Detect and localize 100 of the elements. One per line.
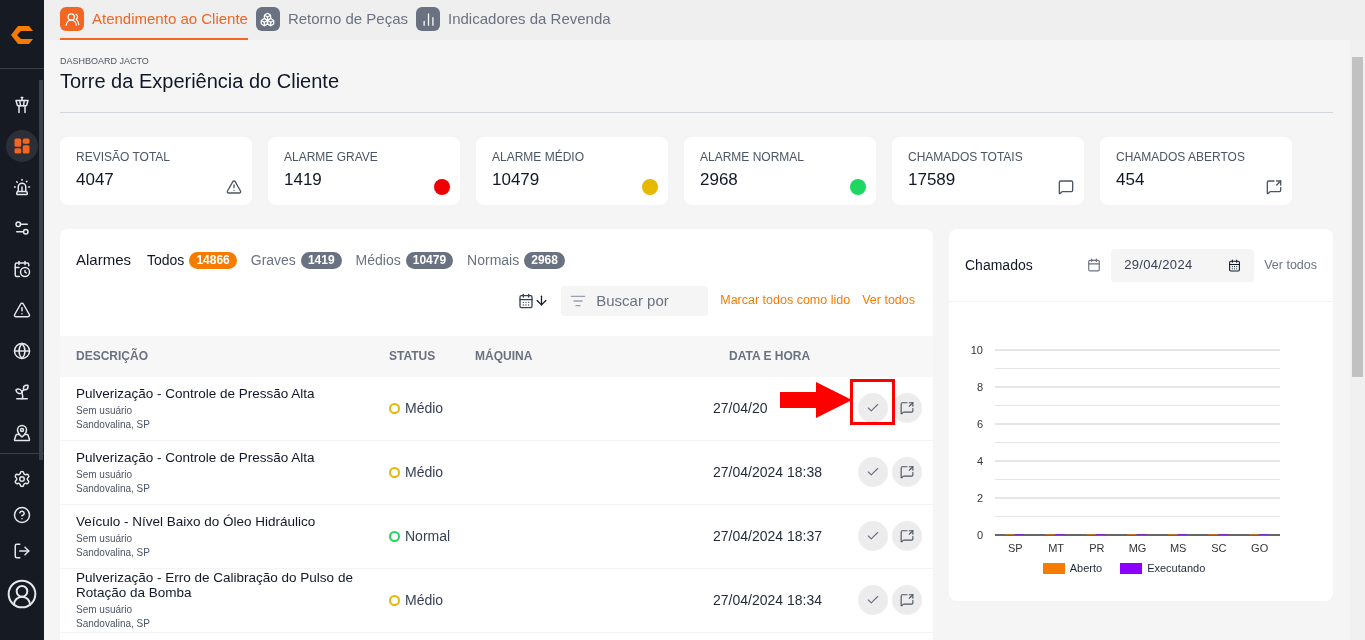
search-field[interactable]: Buscar por	[561, 285, 709, 316]
calendar-icon	[13, 260, 31, 278]
forward-button[interactable]	[892, 585, 922, 615]
annotation-arrow	[780, 382, 852, 418]
action-link[interactable]: Marcar todos como lido	[720, 291, 851, 310]
highlight-frame	[850, 379, 895, 425]
status-label: Normal	[405, 526, 451, 546]
top-tab[interactable]: Retorno de Peças	[255, 0, 408, 40]
axis-category-label: SP	[1008, 542, 1023, 554]
action-link[interactable]: Ver todos	[862, 291, 915, 310]
status-label: Médio	[405, 398, 444, 418]
alarm-datetime: 27/04/2024 18:38	[713, 464, 822, 480]
logout-icon	[13, 542, 31, 560]
view-all-link[interactable]: Ver todos	[1264, 255, 1317, 275]
alarm-description: Pulverização - Controle de Pressão Alta	[76, 449, 316, 465]
filter-tab[interactable]: Todos 14866	[147, 249, 237, 271]
count-badge: 2968	[524, 251, 565, 269]
chat-forward-icon	[900, 593, 914, 607]
date-field[interactable]: 29/04/2024	[1111, 248, 1255, 282]
map-pin-icon	[13, 424, 31, 442]
top-tab[interactable]: Indicadores da Revenda	[416, 0, 611, 40]
forward-button[interactable]	[892, 457, 922, 487]
dashboard-icon	[13, 137, 31, 155]
status-label: Médio	[405, 590, 444, 610]
plant-icon	[13, 383, 31, 401]
globe-icon	[13, 342, 31, 360]
chat-forward-icon	[900, 401, 914, 415]
alarm-location: Sandovalina, SP	[76, 545, 151, 559]
calendar-icon	[1087, 258, 1102, 272]
status-label: Médio	[405, 462, 444, 482]
column-header: DATA E HORA	[729, 348, 812, 365]
alarm-datetime: 27/04/20	[713, 400, 768, 416]
tower-icon	[13, 96, 31, 114]
axis-tick-label: 6	[976, 418, 983, 430]
chat-forward-icon	[1266, 179, 1282, 195]
column-header: MÁQUINA	[475, 347, 534, 365]
axis-category-label: PR	[1089, 542, 1105, 554]
axis-tick-label: 10	[970, 344, 983, 356]
warning-icon	[13, 301, 31, 319]
count-badge: 10479	[405, 251, 454, 269]
alarm-user: Sem usuário	[76, 603, 134, 616]
count-badge: 1419	[300, 251, 342, 269]
alarm-user: Sem usuário	[76, 403, 134, 417]
alarm-description: Pulverização - Controle de Pressão Alta	[76, 385, 316, 401]
sidebar-button[interactable]	[6, 578, 38, 610]
top-tab[interactable]: Atendimento ao Cliente	[60, 0, 248, 40]
filter-tab[interactable]: Graves 1419	[250, 249, 342, 271]
axis-category-label: MG	[1128, 542, 1147, 554]
card-label: CHAMADOS ABERTOS	[1116, 151, 1246, 163]
alarm-icon	[13, 178, 31, 196]
page-title: Torre da Experiência do Cliente	[60, 69, 341, 94]
avatar-icon	[6, 578, 38, 610]
column-header: DESCRIÇÃO	[76, 347, 149, 365]
alarm-datetime: 27/04/2024 18:34	[713, 592, 822, 608]
panel-title: Alarmes	[76, 250, 131, 270]
boxes-icon	[260, 11, 276, 27]
mark-read-button[interactable]	[858, 393, 888, 423]
axis-tick-label: 2	[976, 492, 983, 504]
legend-label: Aberto	[1069, 561, 1103, 576]
check-icon	[866, 529, 880, 543]
bar-chart-icon	[420, 11, 436, 27]
overline: DASHBOARD JACTO	[60, 57, 150, 66]
axis-tick-label: 0	[976, 529, 983, 541]
card-value: 4047	[76, 169, 115, 191]
axis-category-label: MT	[1048, 542, 1064, 554]
filter-tab[interactable]: Normais 2968	[467, 249, 565, 271]
axis-category-label: MS	[1169, 542, 1187, 554]
chat-forward-icon	[900, 529, 914, 543]
card-value: 17589	[908, 169, 957, 191]
sidebar-button[interactable]	[13, 470, 31, 488]
sidebar-button[interactable]	[13, 542, 31, 560]
sidebar-button[interactable]	[13, 506, 31, 524]
people-icon	[64, 11, 80, 27]
check-icon	[866, 593, 880, 607]
column-header: STATUS	[389, 348, 437, 365]
card-label: CHAMADOS TOTAIS	[908, 151, 1024, 163]
card-value: 454	[1116, 169, 1146, 191]
forward-button[interactable]	[892, 521, 922, 551]
alarm-location: Sandovalina, SP	[76, 417, 151, 431]
card-label: ALARME NORMAL	[700, 151, 806, 163]
card-value: 1419	[284, 169, 323, 191]
logo-icon	[11, 26, 33, 44]
settings-icon	[13, 470, 31, 488]
sort-arrow-icon	[534, 293, 550, 308]
axis-tick-label: 4	[976, 455, 983, 467]
axis-category-label: SC	[1211, 542, 1227, 554]
alarm-location: Sandovalina, SP	[76, 617, 151, 630]
panel-title: Chamados	[965, 255, 1034, 275]
alarm-location: Sandovalina, SP	[76, 481, 151, 495]
filter-tab[interactable]: Médios 10479	[355, 249, 454, 271]
check-icon	[866, 465, 880, 479]
card-value: 2968	[700, 169, 739, 191]
axis-category-label: GO	[1251, 542, 1269, 554]
count-badge: 14866	[189, 251, 237, 269]
alarm-user: Sem usuário	[76, 531, 134, 545]
axis-tick-label: 8	[976, 381, 983, 393]
chat-forward-icon	[900, 465, 914, 479]
alarm-description: Veículo - Nível Baixo do Óleo Hidráulico	[76, 513, 317, 529]
warning-icon	[226, 179, 242, 195]
alarm-user: Sem usuário	[76, 467, 134, 481]
